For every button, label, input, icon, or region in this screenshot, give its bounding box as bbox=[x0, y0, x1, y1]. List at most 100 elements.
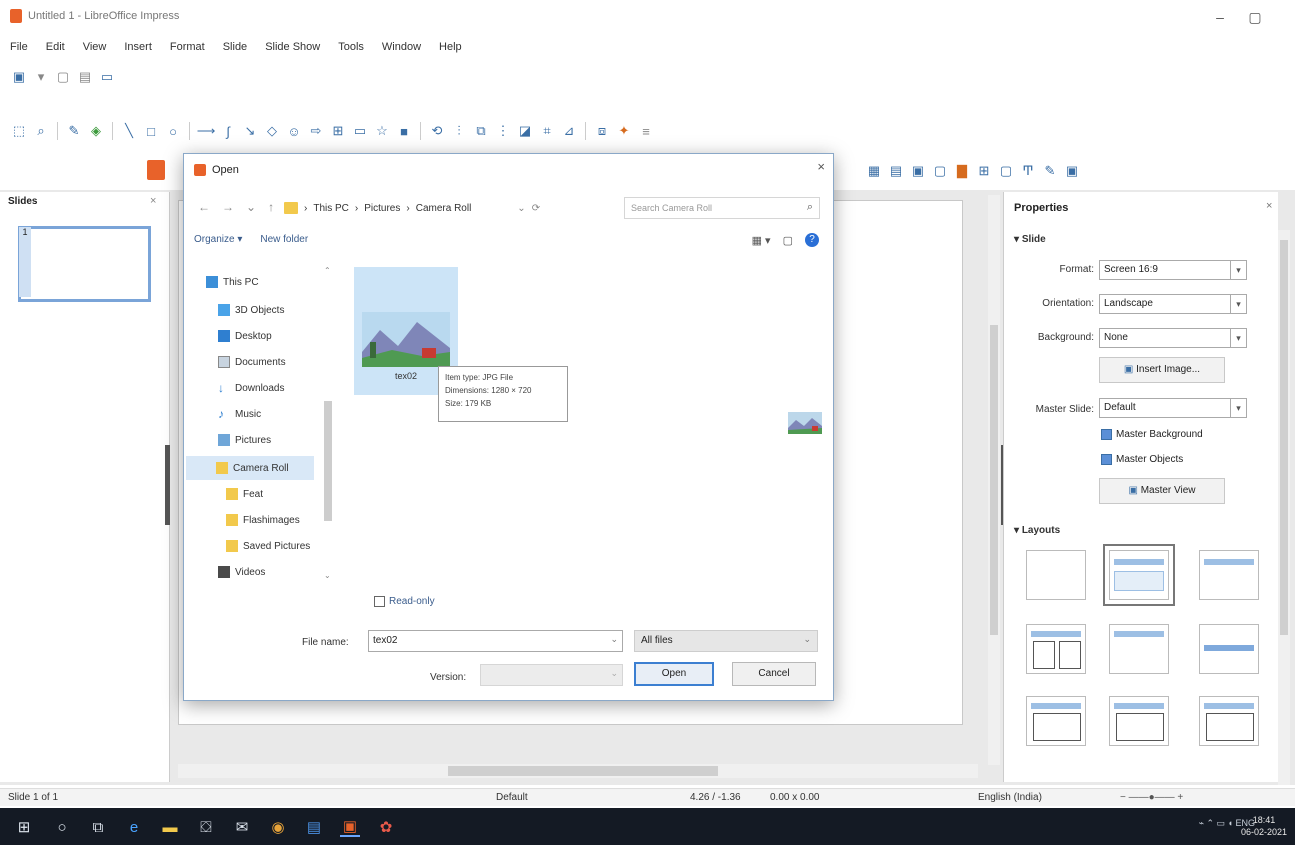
tree-item-feat[interactable]: Feat bbox=[226, 482, 263, 506]
tree-item-camera-roll[interactable]: Camera Roll bbox=[186, 456, 314, 480]
menu-tools[interactable]: Tools bbox=[336, 40, 366, 58]
recent-dropdown-icon[interactable]: ⌄ bbox=[246, 200, 256, 214]
insert-image-icon[interactable]: ▣ bbox=[909, 162, 927, 180]
mail-icon[interactable]: ✉ bbox=[232, 817, 252, 837]
rectangle-icon[interactable]: □ bbox=[142, 122, 160, 140]
block-arrows-icon[interactable]: ⇨ bbox=[307, 122, 325, 140]
display-views-icon[interactable]: ▤ bbox=[887, 162, 905, 180]
edge-browser-icon[interactable]: e bbox=[124, 817, 144, 837]
ellipse-icon[interactable]: ○ bbox=[164, 122, 182, 140]
forward-arrow-icon[interactable]: → bbox=[222, 200, 234, 214]
address-bar[interactable]: › This PC › Pictures › Camera Roll ⌄ ⟳ bbox=[284, 197, 584, 219]
breadcrumb-this-pc[interactable]: This PC bbox=[313, 203, 349, 214]
windows-start-icon[interactable]: ⊞ bbox=[14, 817, 34, 837]
breadcrumb-pictures[interactable]: Pictures bbox=[364, 203, 400, 214]
fontwork-icon[interactable]: ✦ bbox=[615, 122, 633, 140]
change-view-icon[interactable]: ▦ ▾ bbox=[752, 234, 771, 247]
master-slide-select[interactable]: Default ▾ bbox=[1099, 398, 1247, 418]
new-document-icon[interactable]: ▣ bbox=[10, 68, 28, 86]
close-pane-icon[interactable]: × bbox=[150, 195, 156, 207]
menu-insert[interactable]: Insert bbox=[122, 40, 154, 58]
address-dropdown-icon[interactable]: ⌄ bbox=[517, 203, 525, 214]
organize-button[interactable]: Organize ▾ bbox=[194, 234, 242, 254]
shadow-icon[interactable]: ◪ bbox=[516, 122, 534, 140]
layouts-section-header[interactable]: ▾ Layouts bbox=[1014, 525, 1060, 536]
tree-item-this-pc[interactable]: This PC bbox=[206, 270, 259, 294]
master-objects-checkbox[interactable]: Master Objects bbox=[1101, 454, 1183, 465]
menu-help[interactable]: Help bbox=[437, 40, 464, 58]
line-icon[interactable]: ╲ bbox=[120, 122, 138, 140]
store-icon[interactable]: ⛋ bbox=[196, 817, 216, 837]
clock[interactable]: 18:41 06-02-2021 bbox=[1241, 814, 1287, 838]
slide-layout-icon[interactable]: ▦ bbox=[865, 162, 883, 180]
read-only-checkbox[interactable]: Read-only bbox=[374, 596, 435, 607]
file-explorer-icon[interactable]: ▬ bbox=[160, 817, 180, 837]
fontwork-text-icon[interactable]: Ͳ bbox=[1019, 162, 1037, 180]
layout-title-2content-right[interactable] bbox=[1109, 696, 1169, 746]
menu-file[interactable]: File bbox=[8, 40, 30, 58]
zoom-icon[interactable]: ⌕ bbox=[32, 122, 50, 140]
help-icon[interactable]: ? bbox=[805, 233, 819, 247]
flowchart-icon[interactable]: ⊞ bbox=[329, 122, 347, 140]
select-icon[interactable]: ⬚ bbox=[10, 122, 28, 140]
symbol-shapes-icon[interactable]: ☺ bbox=[285, 122, 303, 140]
menu-window[interactable]: Window bbox=[380, 40, 423, 58]
master-view-button[interactable]: ▣ Master View bbox=[1099, 478, 1225, 504]
menu-edit[interactable]: Edit bbox=[44, 40, 67, 58]
tree-item-saved-pictures[interactable]: Saved Pictures bbox=[226, 534, 310, 558]
tree-item-music[interactable]: ♪ Music bbox=[218, 402, 261, 426]
format-select[interactable]: Screen 16:9 ▾ bbox=[1099, 260, 1247, 280]
breadcrumb-camera-roll[interactable]: Camera Roll bbox=[416, 203, 472, 214]
insert-frame-icon[interactable]: ▢ bbox=[997, 162, 1015, 180]
toggle-extrusion-icon[interactable]: ⧈ bbox=[593, 122, 611, 140]
scroll-up-icon[interactable]: ⌃ bbox=[324, 266, 331, 275]
tree-scrollbar[interactable]: ⌃ ⌄ bbox=[322, 266, 334, 584]
3d-objects-icon[interactable]: ■ bbox=[395, 122, 413, 140]
tree-item-3d-objects[interactable]: 3D Objects bbox=[218, 298, 284, 322]
layout-centered-text[interactable] bbox=[1199, 624, 1259, 674]
callouts-icon[interactable]: ▭ bbox=[351, 122, 369, 140]
background-select[interactable]: None ▾ bbox=[1099, 328, 1247, 348]
libreoffice-impress-icon[interactable]: ▣ bbox=[340, 817, 360, 837]
new-folder-button[interactable]: New folder bbox=[260, 234, 308, 254]
file-name-input[interactable]: tex02 ⌄ bbox=[368, 630, 623, 652]
word-icon[interactable]: ▤ bbox=[304, 817, 324, 837]
pane-splitter-left[interactable] bbox=[165, 445, 170, 525]
properties-scrollbar[interactable] bbox=[1278, 230, 1290, 785]
chevron-down-icon[interactable]: ⌄ bbox=[610, 634, 618, 645]
tree-item-desktop[interactable]: Desktop bbox=[218, 324, 272, 348]
menu-slide-show[interactable]: Slide Show bbox=[263, 40, 322, 58]
connectors-icon[interactable]: ↘ bbox=[241, 122, 259, 140]
menu-slide[interactable]: Slide bbox=[221, 40, 249, 58]
rotate-icon[interactable]: ⟲ bbox=[428, 122, 446, 140]
paint-icon[interactable]: ✿ bbox=[376, 817, 396, 837]
slide-thumbnail[interactable]: 1 bbox=[18, 226, 151, 302]
line-color-icon[interactable]: ✎ bbox=[65, 122, 83, 140]
search-icon[interactable]: ○ bbox=[52, 817, 72, 837]
up-arrow-icon[interactable]: ↑ bbox=[268, 200, 274, 214]
slide-section-header[interactable]: ▾ Slide bbox=[1014, 234, 1046, 245]
layout-title-content[interactable] bbox=[1103, 544, 1175, 606]
close-icon[interactable]: × bbox=[817, 159, 825, 174]
scroll-thumb[interactable] bbox=[990, 325, 998, 635]
curves-icon[interactable]: ∫ bbox=[219, 122, 237, 140]
fill-color-icon[interactable]: ◈ bbox=[87, 122, 105, 140]
search-input[interactable]: Search Camera Roll ⌕ bbox=[624, 197, 820, 219]
layout-title-top[interactable] bbox=[1109, 624, 1169, 674]
stars-icon[interactable]: ☆ bbox=[373, 122, 391, 140]
layout-two-content[interactable] bbox=[1026, 624, 1086, 674]
cancel-button[interactable]: Cancel bbox=[732, 662, 816, 686]
refresh-icon[interactable]: ⟳ bbox=[532, 203, 540, 214]
arrange-icon[interactable]: ⧉ bbox=[472, 122, 490, 140]
insert-table-icon[interactable]: ⊞ bbox=[975, 162, 993, 180]
horizontal-scrollbar[interactable] bbox=[178, 764, 978, 778]
more-options-icon[interactable]: ≡ bbox=[637, 122, 655, 140]
distribute-icon[interactable]: ⋮ bbox=[494, 122, 512, 140]
lines-arrows-icon[interactable]: ⟶ bbox=[197, 122, 216, 140]
layout-title-only[interactable] bbox=[1199, 550, 1259, 600]
save-icon[interactable]: ▤ bbox=[76, 68, 94, 86]
insert-image-button[interactable]: ▣ Insert Image... bbox=[1099, 357, 1225, 383]
scroll-thumb[interactable] bbox=[448, 766, 718, 776]
basic-shapes-icon[interactable]: ◇ bbox=[263, 122, 281, 140]
zoom-slider[interactable]: − ——●—— + bbox=[1120, 792, 1183, 803]
